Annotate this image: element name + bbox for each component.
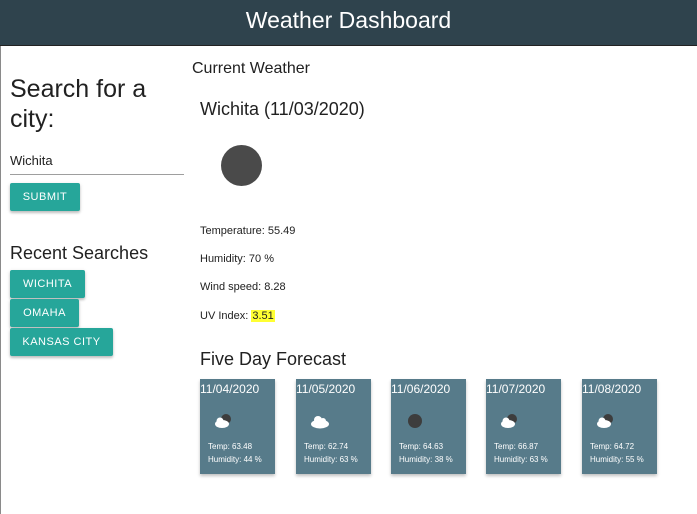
uv-index-label: UV Index: xyxy=(200,310,252,322)
forecast-temp: Temp: 66.87 xyxy=(494,442,539,451)
page-left-border xyxy=(0,45,1,514)
current-weather-title: Current Weather xyxy=(192,60,310,77)
forecast-humidity: Humidity: 63 % xyxy=(304,455,358,464)
recent-search-omaha[interactable]: OMAHA xyxy=(10,299,79,327)
forecast-temp: Temp: 62.74 xyxy=(304,442,349,451)
forecast-humidity: Humidity: 63 % xyxy=(494,455,548,464)
partly-cloudy-night-icon xyxy=(215,414,231,428)
forecast-card: 11/04/2020 Temp: 63.48 Humidity: 44 % xyxy=(200,379,275,474)
forecast-card: 11/07/2020 Temp: 66.87 Humidity: 63 % xyxy=(486,379,561,474)
dark-circle-icon xyxy=(408,414,422,428)
partly-cloudy-night-icon xyxy=(597,414,613,428)
forecast-title: Five Day Forecast xyxy=(200,349,347,369)
dark-circle-icon xyxy=(221,145,262,186)
uv-index-value: 3.51 xyxy=(251,310,275,322)
forecast-card: 11/05/2020 Temp: 62.74 Humidity: 63 % xyxy=(296,379,371,474)
forecast-date: 11/04/2020 xyxy=(200,382,260,396)
wind-speed-text: Wind speed: 8.28 xyxy=(200,281,286,293)
forecast-humidity: Humidity: 38 % xyxy=(399,455,453,464)
temperature-text: Temperature: 55.49 xyxy=(200,225,296,237)
city-search-input[interactable] xyxy=(10,146,184,175)
page-title: Weather Dashboard xyxy=(245,7,452,33)
recent-search-kansas-city[interactable]: KANSAS CITY xyxy=(10,328,113,356)
forecast-temp: Temp: 63.48 xyxy=(208,442,253,451)
forecast-card: 11/06/2020 Temp: 64.63 Humidity: 38 % xyxy=(391,379,466,474)
forecast-temp: Temp: 64.63 xyxy=(399,442,444,451)
forecast-humidity: Humidity: 44 % xyxy=(208,455,262,464)
forecast-date: 11/07/2020 xyxy=(486,382,546,396)
forecast-date: 11/06/2020 xyxy=(391,382,451,396)
app-header: Weather Dashboard xyxy=(0,0,697,46)
partly-cloudy-night-icon xyxy=(501,414,517,428)
forecast-humidity: Humidity: 55 % xyxy=(590,455,644,464)
cloud-icon xyxy=(311,416,329,429)
submit-button[interactable]: SUBMIT xyxy=(10,183,80,211)
city-date-heading: Wichita (11/03/2020) xyxy=(200,99,365,119)
recent-searches-title: Recent Searches xyxy=(10,243,149,263)
forecast-card: 11/08/2020 Temp: 64.72 Humidity: 55 % xyxy=(582,379,657,474)
search-title: Search for a city: xyxy=(10,75,147,133)
uv-index-text: UV Index: 3.51 xyxy=(200,310,275,322)
recent-search-wichita[interactable]: WICHITA xyxy=(10,270,85,298)
humidity-text: Humidity: 70 % xyxy=(200,253,274,265)
forecast-date: 11/05/2020 xyxy=(296,382,356,396)
recent-searches-list: WICHITA OMAHA KANSAS CITY xyxy=(10,270,113,357)
forecast-date: 11/08/2020 xyxy=(582,382,642,396)
forecast-temp: Temp: 64.72 xyxy=(590,442,635,451)
